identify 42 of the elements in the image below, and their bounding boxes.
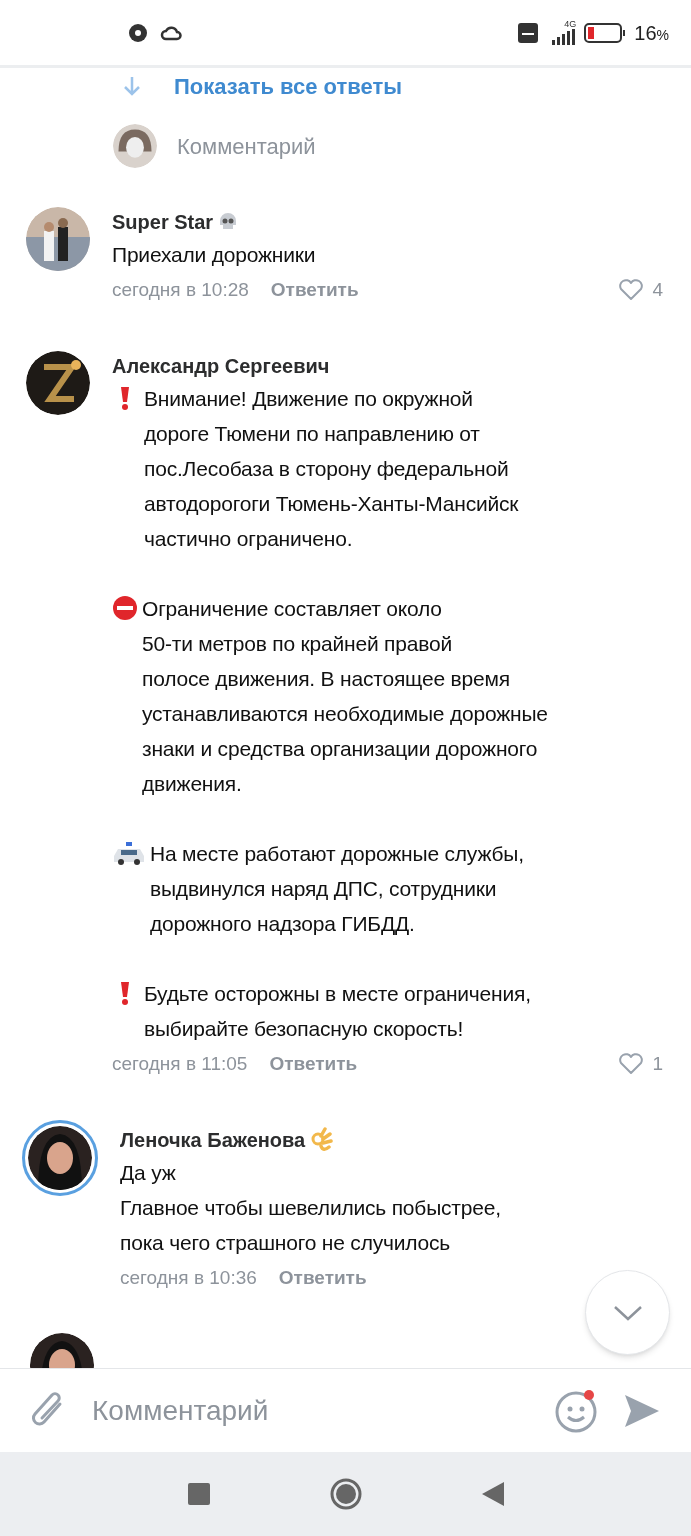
back-icon[interactable]	[481, 1482, 504, 1506]
avatar[interactable]	[22, 1120, 98, 1196]
author-name[interactable]: Александр Сергеевич	[112, 351, 330, 381]
comment-time: сегодня в 11:05	[112, 1051, 248, 1076]
reply-button[interactable]: Ответить	[270, 275, 359, 305]
comment-text: Будьте осторожны в месте ограничения, выбирайте безопасную скорость!	[144, 981, 531, 1042]
exclamation-icon	[118, 385, 132, 411]
home-icon[interactable]	[329, 1478, 362, 1510]
comment-text: Ограничение составляет около 50-ти метров по крайней правой полосе движения. В настоящее время устанавливаются необходимые дорожные знаки и средства организации дорожного движения.	[142, 596, 548, 797]
police-car-icon	[112, 840, 146, 866]
comment-time: сегодня в 10:36	[120, 1265, 257, 1290]
heart-icon	[618, 279, 645, 301]
disc-icon	[128, 22, 148, 43]
reply-button[interactable]: Ответить	[278, 1263, 367, 1293]
volte-icon	[518, 22, 539, 43]
like-button[interactable]: 1	[618, 1049, 663, 1079]
send-icon[interactable]	[623, 1392, 661, 1429]
network-type: 4G	[564, 20, 577, 29]
reply-input[interactable]: Комментарий	[177, 129, 477, 163]
battery-percent: 16%	[634, 20, 669, 46]
avatar[interactable]	[26, 351, 90, 415]
comment-time: сегодня в 10:28	[112, 277, 249, 302]
battery-icon	[584, 22, 627, 43]
comment-text: Внимание! Движение по окружной дороге Тюмени по направлению от пос.Лесобаза в сторону федеральной автодорогоги Тюмень-Ханты-Мансийск частично ограничено.	[144, 386, 519, 552]
author-name[interactable]: Леночка Баженова	[120, 1125, 306, 1155]
like-button[interactable]: 4	[618, 275, 663, 305]
smiley-icon[interactable]	[555, 1388, 599, 1433]
avatar[interactable]	[26, 207, 90, 271]
show-replies-link[interactable]: Показать все ответы	[0, 68, 691, 104]
heart-icon	[618, 1053, 645, 1075]
recents-icon[interactable]	[187, 1483, 210, 1505]
chevron-down-icon	[612, 1303, 643, 1322]
comment-text: Приехали дорожники	[112, 242, 316, 268]
exclamation-icon	[118, 980, 132, 1006]
no-entry-icon	[112, 595, 138, 621]
comment-text: Да уж Главное чтобы шевелились побыстрее, пока чего страшного не случилось	[120, 1160, 501, 1256]
comment-input[interactable]: Комментарий	[92, 1389, 531, 1432]
author-name[interactable]: Super Star	[112, 207, 214, 237]
reply-button[interactable]: Ответить	[269, 1049, 358, 1079]
comment-text: На месте работают дорожные службы, выдвинулся наряд ДПС, сотрудники дорожного надзора ГИБДД.	[150, 841, 524, 937]
arrow-down-icon	[122, 75, 142, 97]
ok-hand-icon	[309, 1127, 334, 1153]
